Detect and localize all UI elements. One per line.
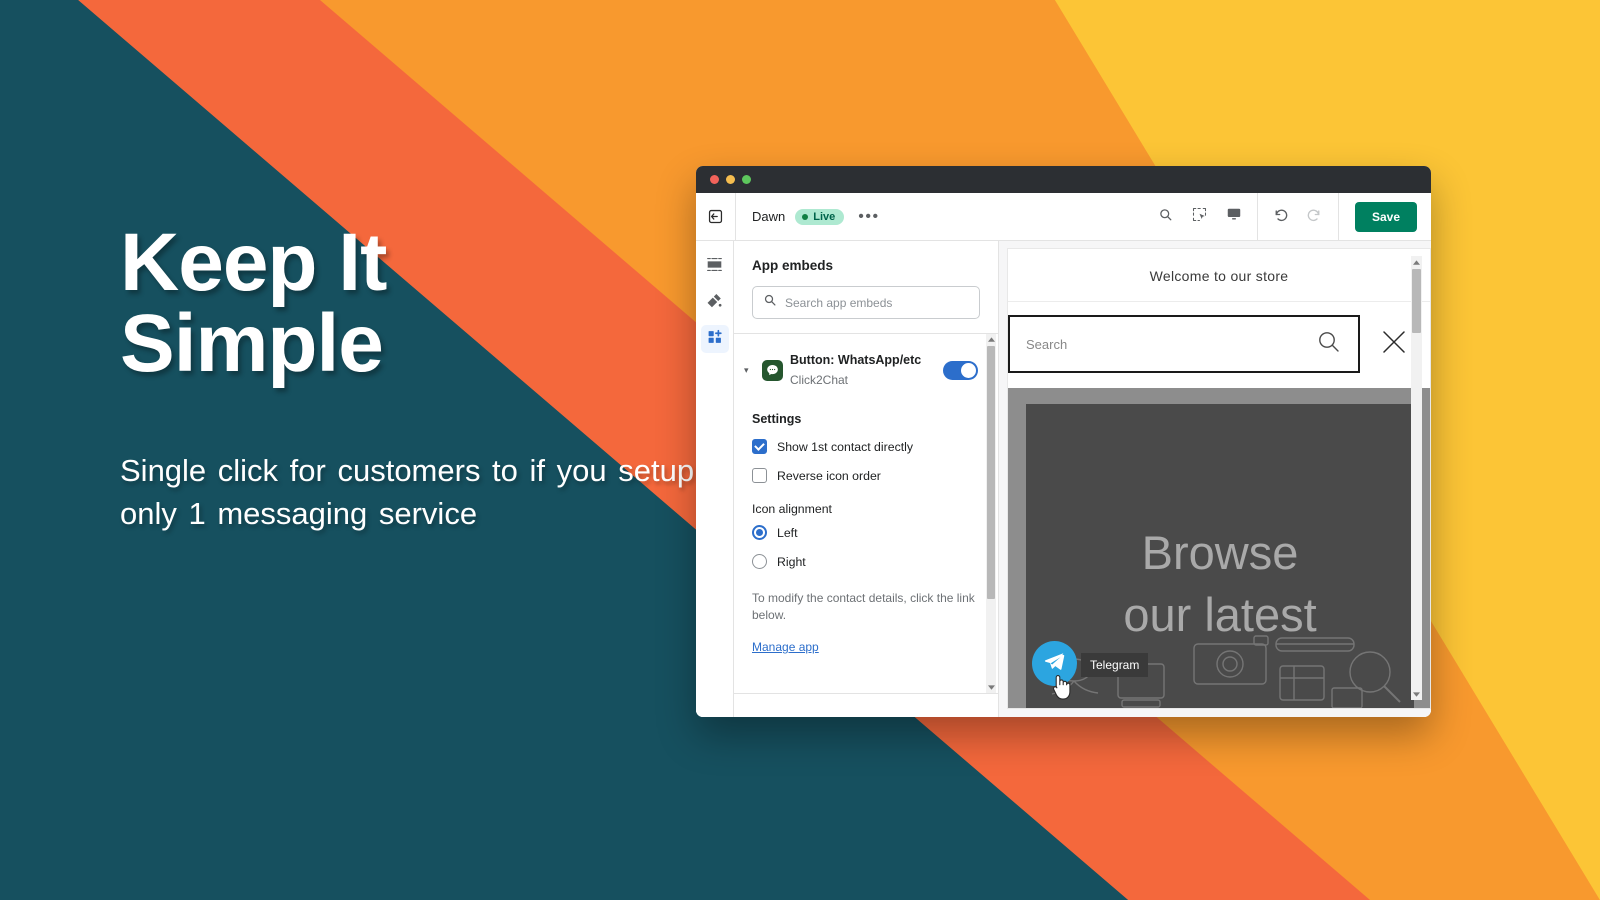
preview-scroll-down-icon[interactable] [1411, 688, 1422, 700]
app-embed-title: Button: WhatsApp/etc [790, 353, 922, 367]
radio-label-left: Left [777, 525, 798, 540]
window-maximize-dot[interactable] [742, 175, 751, 184]
checkbox-show-1st-contact[interactable] [752, 439, 767, 454]
live-status-dot [802, 213, 809, 220]
search-app-embeds-box[interactable] [752, 286, 980, 319]
app-embeds-sidebar: App embeds ▾ [734, 241, 999, 717]
redo-button[interactable] [1298, 193, 1332, 241]
checkbox-reverse-icon-order[interactable] [752, 468, 767, 483]
desktop-preview-icon [1226, 206, 1242, 227]
store-search-placeholder: Search [1026, 336, 1068, 352]
store-search-row: Search [1008, 302, 1430, 386]
toggle-knob [961, 362, 976, 378]
close-icon[interactable] [1380, 328, 1408, 361]
icon-alignment-label: Icon alignment [752, 502, 832, 516]
manage-app-link[interactable]: Manage app [734, 624, 837, 654]
undo-icon [1272, 206, 1289, 228]
radio-row-left[interactable]: Left [734, 518, 998, 547]
desktop-preview-button[interactable] [1217, 193, 1251, 241]
preview-scroll-up-icon[interactable] [1411, 256, 1422, 268]
sidebar-search-wrap [734, 286, 998, 333]
hero-section: Browse our latest Telegram [1008, 388, 1430, 708]
scroll-up-icon[interactable] [986, 334, 996, 345]
promo-title-line-2: Simple [120, 298, 384, 390]
window-close-dot[interactable] [710, 175, 719, 184]
store-preview-pane: Welcome to our store Search Browse our l… [999, 241, 1431, 717]
preview-scrollbar-thumb[interactable] [1412, 269, 1421, 333]
sections-icon [706, 256, 723, 278]
theme-name[interactable]: Dawn [752, 209, 785, 224]
app-embed-text: Button: WhatsApp/etc Click2Chat [790, 350, 936, 390]
inspector-icon [1192, 207, 1207, 227]
search-input[interactable] [785, 295, 969, 310]
redo-icon [1306, 206, 1323, 228]
promo-title: Keep It Simple [120, 217, 740, 390]
sidebar-footer [734, 693, 998, 717]
telegram-tooltip: Telegram [1081, 653, 1149, 677]
rail-item-sections[interactable] [701, 253, 729, 281]
radio-icon-alignment-left[interactable] [752, 525, 767, 540]
topbar-actions: Save [1149, 192, 1431, 241]
settings-help-text: To modify the contact details, click the… [752, 591, 975, 623]
sidebar-scrollbar-thumb[interactable] [987, 346, 995, 599]
scroll-down-icon[interactable] [986, 682, 996, 693]
window-minimize-dot[interactable] [726, 175, 735, 184]
app-embed-row[interactable]: ▾ Button: WhatsApp/etc Click2Chat [734, 334, 998, 402]
announcement-bar: Welcome to our store [1008, 249, 1430, 302]
promo-title-line-1: Keep It [120, 217, 387, 308]
editor-body: App embeds ▾ [696, 241, 1431, 717]
search-icon[interactable] [1316, 329, 1342, 360]
rail-item-theme-settings[interactable] [701, 289, 729, 317]
sidebar-title: App embeds [752, 258, 834, 273]
window-titlebar [696, 166, 1431, 193]
promo-subtitle: Single click for customers to if you set… [120, 453, 695, 531]
chevron-down-icon[interactable]: ▾ [744, 365, 755, 376]
editor-rail [696, 241, 734, 717]
promo-block: Keep It Simple Single click for customer… [120, 217, 740, 535]
checkbox-row-reverse-icon-order[interactable]: Reverse icon order [734, 461, 998, 490]
preview-scrollbar[interactable] [1411, 256, 1422, 700]
checkbox-label-show-1st-contact: Show 1st contact directly [777, 439, 914, 454]
browser-window: Dawn Live ••• Save App embeds Search app… [696, 166, 1431, 717]
sidebar-scrollbar[interactable] [986, 334, 996, 693]
settings-heading: Settings [752, 412, 802, 426]
checkbox-label-reverse-icon-order: Reverse icon order [777, 468, 881, 483]
exit-editor-button[interactable] [696, 192, 736, 241]
search-icon [1158, 207, 1173, 227]
search-icon [763, 293, 777, 312]
exit-editor-icon [707, 208, 724, 225]
inspector-button[interactable] [1183, 193, 1217, 241]
rail-item-app-embeds[interactable] [700, 325, 729, 353]
search-button[interactable] [1149, 193, 1183, 241]
toolbar-divider [1256, 192, 1258, 241]
status-badge-label: Live [813, 210, 836, 223]
radio-row-right[interactable]: Right [734, 547, 998, 576]
store-search-field[interactable]: Search [1008, 315, 1360, 373]
theme-settings-icon [706, 292, 723, 314]
app-embeds-icon [707, 329, 723, 350]
undo-button[interactable] [1264, 193, 1298, 241]
status-badge: Live [795, 208, 845, 225]
checkbox-row-show-1st-contact[interactable]: Show 1st contact directly [734, 432, 998, 461]
editor-topbar: Dawn Live ••• Save [696, 192, 1431, 241]
pointer-hand-cursor [1050, 673, 1072, 706]
more-menu-button[interactable]: ••• [854, 208, 883, 226]
click2chat-app-icon [762, 359, 783, 381]
store-preview-frame: Welcome to our store Search Browse our l… [1007, 248, 1431, 709]
save-button[interactable]: Save [1354, 201, 1417, 232]
app-embed-toggle[interactable] [943, 360, 978, 380]
app-embed-subtitle: Click2Chat [790, 373, 849, 387]
hero-doodle-illustration [1051, 635, 1401, 708]
sidebar-scroll-region: ▾ Button: WhatsApp/etc Click2Chat Settin… [734, 333, 998, 693]
radio-label-right: Right [777, 554, 806, 569]
save-divider [1337, 192, 1339, 241]
radio-icon-alignment-right[interactable] [752, 554, 767, 569]
hero-heading-line-1: Browse [1141, 526, 1299, 579]
theme-info: Dawn Live ••• [736, 208, 884, 226]
